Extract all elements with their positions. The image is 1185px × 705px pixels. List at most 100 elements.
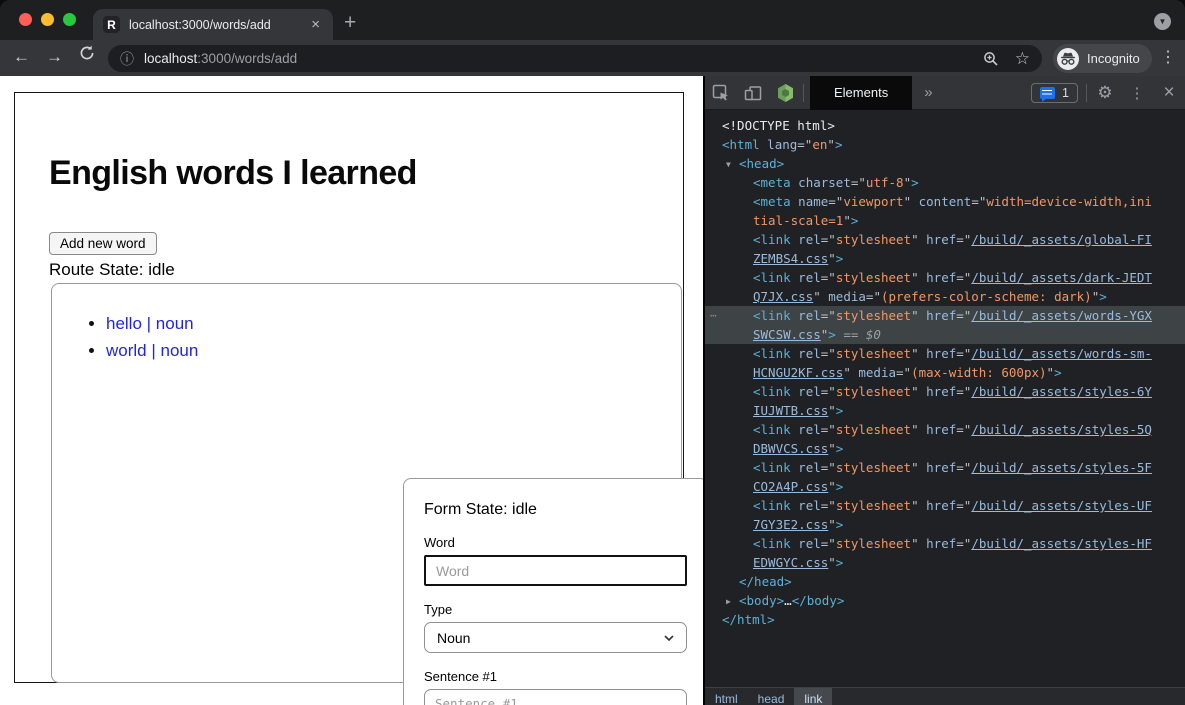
code-segment: /build/_assets/styles-UF bbox=[971, 498, 1152, 513]
window-minimize-button[interactable] bbox=[41, 13, 54, 26]
code-segment: IUJWTB.css bbox=[753, 403, 828, 418]
elements-tree: <!DOCTYPE html><html lang="en">▼<head><m… bbox=[705, 111, 1185, 687]
browser-menu-button[interactable]: ⋮ bbox=[1160, 47, 1176, 67]
code-line[interactable]: Q7JX.css" media="(prefers-color-scheme: … bbox=[705, 287, 1185, 306]
code-line[interactable]: ▶<body>…</body> bbox=[705, 591, 1185, 610]
window-close-button[interactable] bbox=[19, 13, 32, 26]
code-line[interactable]: CO2A4P.css"> bbox=[705, 477, 1185, 496]
code-line[interactable]: <link rel="stylesheet" href="/build/_ass… bbox=[705, 382, 1185, 401]
code-line[interactable]: <link rel="stylesheet" href="/build/_ass… bbox=[705, 420, 1185, 439]
code-segment: > bbox=[1099, 289, 1107, 304]
issues-count: 1 bbox=[1062, 86, 1069, 100]
nodejs-devtools-button[interactable] bbox=[769, 80, 801, 106]
word-input[interactable] bbox=[424, 555, 687, 586]
code-line[interactable]: ▼<head> bbox=[705, 154, 1185, 173]
code-segment: =" bbox=[797, 137, 812, 152]
browser-tab[interactable]: R localhost:3000/words/add × bbox=[93, 9, 333, 40]
tab-close-icon[interactable]: × bbox=[308, 16, 323, 33]
expand-arrow-down-icon[interactable]: ▼ bbox=[726, 155, 739, 174]
zoom-icon[interactable] bbox=[983, 51, 999, 67]
form-state-text: Form State: idle bbox=[424, 501, 687, 519]
code-segment: =" bbox=[828, 194, 843, 209]
word-link[interactable]: hello | noun bbox=[106, 314, 194, 333]
code-segment: rel bbox=[798, 422, 821, 437]
code-segment: =" bbox=[821, 460, 836, 475]
add-new-word-button[interactable]: Add new word bbox=[49, 232, 157, 255]
forward-button[interactable]: → bbox=[46, 47, 63, 67]
code-segment: DBWVCS.css bbox=[753, 441, 828, 456]
breadcrumb-head[interactable]: head bbox=[748, 688, 795, 705]
code-line[interactable]: </html> bbox=[705, 610, 1185, 629]
issues-bubble-icon bbox=[1040, 87, 1055, 99]
code-segment: =" bbox=[971, 194, 986, 209]
reload-button[interactable] bbox=[79, 45, 95, 61]
code-line[interactable]: <meta charset="utf-8"> bbox=[705, 173, 1185, 192]
code-segment: /build/_assets/words-sm- bbox=[971, 346, 1152, 361]
code-segment: EDWGYC.css bbox=[753, 555, 828, 570]
code-segment bbox=[919, 498, 927, 513]
code-line[interactable]: DBWVCS.css"> bbox=[705, 439, 1185, 458]
code-segment: href bbox=[926, 384, 956, 399]
code-segment: rel bbox=[798, 384, 821, 399]
chevron-down-icon bbox=[664, 635, 674, 641]
devtools-close-icon[interactable]: × bbox=[1153, 80, 1185, 106]
expand-arrow-right-icon[interactable]: ▶ bbox=[726, 592, 739, 611]
code-segment: =" bbox=[821, 498, 836, 513]
code-line[interactable]: tial-scale=1"> bbox=[705, 211, 1185, 230]
code-segment bbox=[919, 460, 927, 475]
incognito-badge: Incognito bbox=[1053, 44, 1152, 73]
code-line[interactable]: ⋯<link rel="stylesheet" href="/build/_as… bbox=[705, 306, 1185, 325]
type-select[interactable]: Noun bbox=[424, 622, 687, 653]
code-segment: <link bbox=[753, 460, 791, 475]
inspect-element-button[interactable] bbox=[705, 80, 737, 106]
list-item: hello | noun bbox=[106, 310, 198, 337]
code-line[interactable]: <html lang="en"> bbox=[705, 135, 1185, 154]
code-line[interactable]: ZEMBS4.css"> bbox=[705, 249, 1185, 268]
code-segment: =" bbox=[956, 498, 971, 513]
sentence-textarea[interactable] bbox=[424, 689, 687, 705]
devtools-menu-icon[interactable]: ⋮ bbox=[1121, 80, 1153, 106]
code-line[interactable]: <link rel="stylesheet" href="/build/_ass… bbox=[705, 534, 1185, 553]
page-info-icon[interactable]: ⓘ bbox=[120, 49, 134, 69]
code-line[interactable]: SWCSW.css"> == $0 bbox=[705, 325, 1185, 344]
breadcrumb-link[interactable]: link bbox=[794, 688, 832, 705]
word-link[interactable]: world | noun bbox=[106, 341, 198, 360]
code-line[interactable]: <meta name="viewport" content="width=dev… bbox=[705, 192, 1185, 211]
code-segment: " bbox=[911, 498, 919, 513]
code-line[interactable]: EDWGYC.css"> bbox=[705, 553, 1185, 572]
more-panels-button[interactable]: » bbox=[912, 84, 944, 101]
tab-search-button[interactable]: ▼ bbox=[1154, 13, 1171, 30]
code-line[interactable]: <link rel="stylesheet" href="/build/_ass… bbox=[705, 344, 1185, 363]
code-segment: =" bbox=[956, 422, 971, 437]
code-segment bbox=[919, 536, 927, 551]
code-line[interactable]: <link rel="stylesheet" href="/build/_ass… bbox=[705, 496, 1185, 515]
address-bar[interactable]: ⓘ localhost:3000/words/add ☆ bbox=[108, 45, 1042, 72]
new-tab-button[interactable]: + bbox=[344, 11, 356, 35]
code-line[interactable]: <link rel="stylesheet" href="/build/_ass… bbox=[705, 268, 1185, 287]
code-segment: =" bbox=[821, 346, 836, 361]
bookmark-star-icon[interactable]: ☆ bbox=[1015, 49, 1030, 69]
window-maximize-button[interactable] bbox=[63, 13, 76, 26]
code-segment: <link bbox=[753, 346, 791, 361]
code-segment: lang bbox=[767, 137, 797, 152]
code-line[interactable]: HCNGU2KF.css" media="(max-width: 600px)"… bbox=[705, 363, 1185, 382]
code-segment: en bbox=[812, 137, 827, 152]
tab-elements[interactable]: Elements bbox=[810, 76, 912, 110]
code-line[interactable]: IUJWTB.css"> bbox=[705, 401, 1185, 420]
code-line[interactable]: </head> bbox=[705, 572, 1185, 591]
device-toolbar-button[interactable] bbox=[737, 80, 769, 106]
code-segment: href bbox=[926, 460, 956, 475]
code-line[interactable]: 7GY3E2.css"> bbox=[705, 515, 1185, 534]
code-segment: " bbox=[813, 289, 828, 304]
code-line[interactable]: <link rel="stylesheet" href="/build/_ass… bbox=[705, 230, 1185, 249]
code-segment: href bbox=[926, 232, 956, 247]
issues-counter[interactable]: 1 bbox=[1031, 83, 1078, 103]
code-segment: content bbox=[919, 194, 972, 209]
back-button[interactable]: ← bbox=[13, 47, 30, 67]
code-line[interactable]: <!DOCTYPE html> bbox=[705, 116, 1185, 135]
code-line[interactable]: <link rel="stylesheet" href="/build/_ass… bbox=[705, 458, 1185, 477]
code-segment: CO2A4P.css bbox=[753, 479, 828, 494]
page-title: English words I learned bbox=[49, 154, 417, 193]
settings-gear-icon[interactable]: ⚙ bbox=[1089, 80, 1121, 106]
breadcrumb-html[interactable]: html bbox=[705, 688, 748, 705]
